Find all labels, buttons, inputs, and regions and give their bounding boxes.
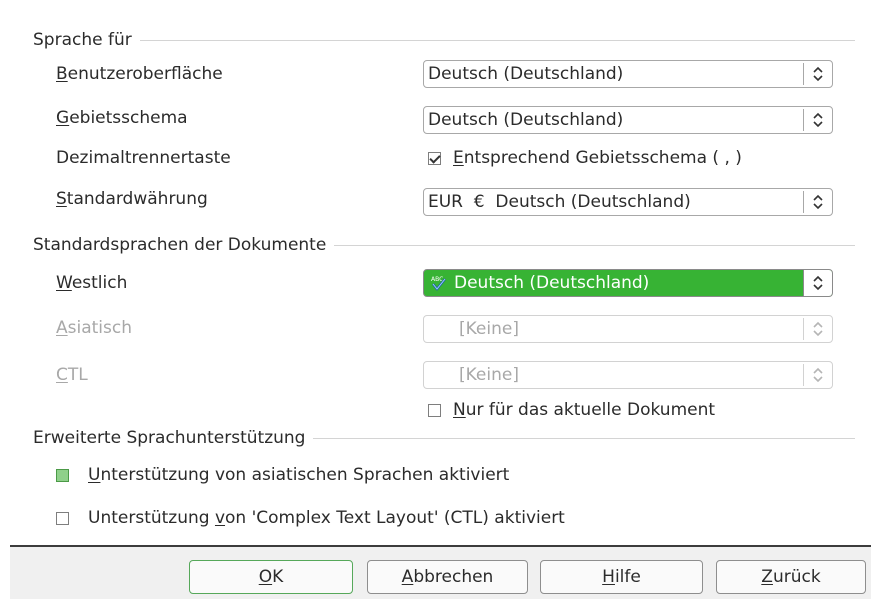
- section-divider: [334, 244, 855, 246]
- ok-button[interactable]: OK: [189, 560, 353, 594]
- label-benutzeroberflaeche: Benutzeroberfläche: [56, 64, 223, 84]
- select-gebietsschema[interactable]: Deutsch (Deutschland): [423, 106, 833, 134]
- spin-updown-icon[interactable]: [803, 109, 832, 131]
- select-value: ABC Deutsch (Deutschland): [430, 273, 650, 293]
- label-ctl: CTL: [56, 365, 88, 385]
- checkbox-label-entsprechend: Entsprechend Gebietsschema ( , ): [453, 148, 742, 168]
- label-westlich: Westlich: [56, 273, 128, 293]
- label-dezimaltrennertaste: Dezimaltrennertaste: [56, 148, 231, 168]
- label-asiatisch: Asiatisch: [56, 318, 133, 338]
- section-erweiterte: Erweiterte Sprachunterstützung: [33, 427, 855, 449]
- select-asiatisch: [Keine]: [423, 315, 833, 343]
- select-value: [Keine]: [459, 365, 519, 385]
- zurueck-button[interactable]: Zurück: [716, 560, 866, 594]
- checkbox-label-ctl: Unterstützung von 'Complex Text Layout' …: [88, 508, 565, 528]
- section-divider: [313, 437, 855, 439]
- section-title: Erweiterte Sprachunterstützung: [33, 428, 306, 448]
- label-gebietsschema: Gebietsschema: [56, 108, 188, 128]
- section-title: Sprache für: [33, 30, 132, 50]
- select-westlich[interactable]: ABC Deutsch (Deutschland): [423, 269, 833, 297]
- select-ctl: [Keine]: [423, 361, 833, 389]
- checkbox-entsprechend-gebietsschema[interactable]: [428, 152, 441, 165]
- hilfe-button[interactable]: Hilfe: [540, 560, 703, 594]
- spin-updown-icon[interactable]: [803, 63, 832, 85]
- checkbox-label-asiatische: Unterstützung von asiatischen Sprachen a…: [88, 465, 510, 485]
- section-sprache-fuer: Sprache für: [33, 29, 855, 51]
- checkbox-ctl[interactable]: [56, 512, 69, 525]
- spin-updown-icon[interactable]: [803, 191, 832, 213]
- select-value: Deutsch (Deutschland): [428, 64, 624, 84]
- spin-updown-icon: [803, 364, 832, 386]
- select-benutzeroberflaeche[interactable]: Deutsch (Deutschland): [423, 60, 833, 88]
- spin-updown-icon[interactable]: [803, 270, 832, 296]
- label-standardwaehrung: Standardwährung: [56, 189, 208, 209]
- section-title: Standardsprachen der Dokumente: [33, 235, 327, 255]
- section-divider: [139, 39, 855, 41]
- select-value: Deutsch (Deutschland): [428, 110, 624, 130]
- select-value: [Keine]: [459, 319, 519, 339]
- select-value: EUR € Deutsch (Deutschland): [428, 192, 691, 212]
- abbrechen-button[interactable]: Abbrechen: [367, 560, 528, 594]
- spellcheck-abc-icon: ABC: [430, 274, 448, 292]
- spin-updown-icon: [803, 318, 832, 340]
- section-standardsprachen: Standardsprachen der Dokumente: [33, 234, 855, 256]
- checkbox-asiatische-sprachen[interactable]: [56, 469, 69, 482]
- checkbox-label-nur-aktuelles: Nur für das aktuelle Dokument: [453, 400, 716, 420]
- checkbox-nur-aktuelles-dokument[interactable]: [428, 404, 441, 417]
- select-standardwaehrung[interactable]: EUR € Deutsch (Deutschland): [423, 188, 833, 216]
